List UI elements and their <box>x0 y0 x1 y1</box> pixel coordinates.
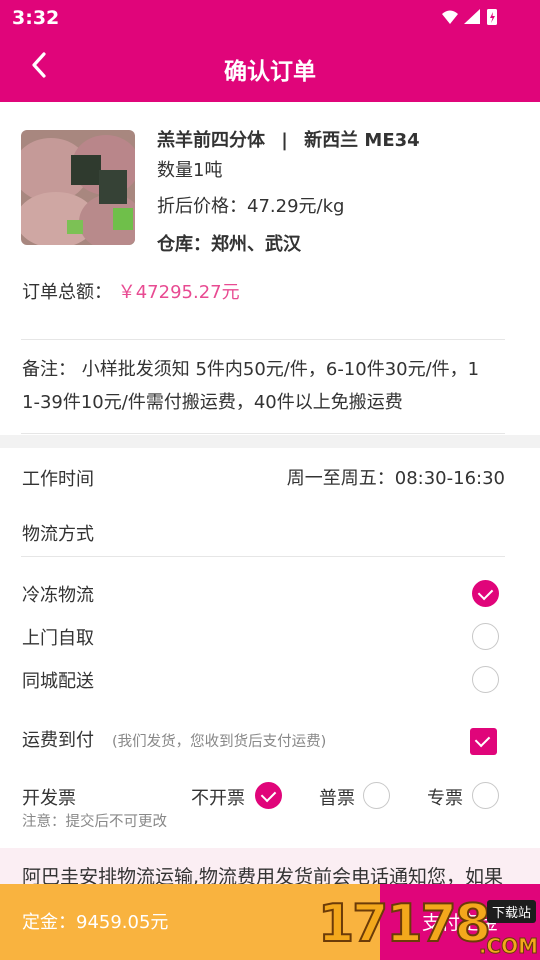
invoice-none-radio[interactable] <box>255 782 282 809</box>
work-time-label: 工作时间 <box>22 469 94 490</box>
logistics-pickup-radio[interactable] <box>472 623 499 650</box>
work-time-value: 周一至周五：08:30-16:30 <box>286 468 505 489</box>
product-title-line: 羔羊前四分体 | 新西兰 ME34 <box>157 126 420 152</box>
product-separator: | <box>281 130 288 151</box>
system-icons <box>442 9 497 25</box>
watermark-com: .COM <box>478 934 538 959</box>
logistics-label: 物流方式 <box>22 524 94 545</box>
product-quantity: 数量1吨 <box>157 160 223 181</box>
logistics-local-radio[interactable] <box>472 666 499 693</box>
product-image <box>21 130 135 245</box>
freight-collect-checkbox[interactable] <box>470 728 497 755</box>
status-time: 3:32 <box>12 7 60 29</box>
invoice-normal-radio[interactable] <box>363 782 390 809</box>
remark-line-2: 1-39件10元/件需付搬运费，40件以上免搬运费 <box>22 392 403 413</box>
logistics-cold-radio[interactable] <box>472 580 499 607</box>
logistics-option-local[interactable]: 同城配送 <box>22 667 94 693</box>
watermark-logo: 17178 下载站 .COM <box>317 893 540 960</box>
invoice-note: 注意：提交后不可更改 <box>22 814 167 830</box>
invoice-option-special[interactable]: 专票 <box>427 784 463 810</box>
product-price: 折后价格：47.29元/kg <box>157 196 345 217</box>
status-bar: 3:32 <box>0 0 540 36</box>
signal-icon <box>464 9 480 24</box>
freight-collect-hint: (我们发货，您收到货后支付运费) <box>112 734 327 750</box>
order-total: 订单总额： ￥47295.27元 <box>22 278 240 304</box>
product-name: 羔羊前四分体 <box>157 130 265 151</box>
order-total-label: 订单总额： <box>22 282 112 303</box>
page-title: 确认订单 <box>224 59 316 85</box>
watermark-number: 17178 <box>317 893 492 955</box>
invoice-option-none[interactable]: 不开票 <box>191 784 245 810</box>
divider <box>21 339 505 340</box>
remark-line-1: 备注： 小样批发须知 5件内50元/件，6-10件30元/件，1 <box>22 359 480 380</box>
logistics-option-pickup[interactable]: 上门自取 <box>22 624 94 650</box>
header: 3:32 确认订单 <box>0 0 540 102</box>
divider <box>21 433 505 434</box>
deposit-amount: 定金：9459.05元 <box>22 912 169 933</box>
logistics-option-cold[interactable]: 冷冻物流 <box>22 581 94 607</box>
invoice-label: 开发票 <box>22 788 76 809</box>
product-origin: 新西兰 ME34 <box>304 130 420 151</box>
divider <box>21 556 505 557</box>
freight-collect-label[interactable]: 运费到付 <box>22 726 94 752</box>
invoice-special-radio[interactable] <box>472 782 499 809</box>
invoice-option-normal[interactable]: 普票 <box>319 784 355 810</box>
wifi-icon <box>442 10 458 24</box>
watermark-tag: 下载站 <box>486 900 536 923</box>
order-total-value: ￥47295.27元 <box>117 282 240 303</box>
product-warehouse: 仓库：郑州、武汉 <box>157 234 301 255</box>
